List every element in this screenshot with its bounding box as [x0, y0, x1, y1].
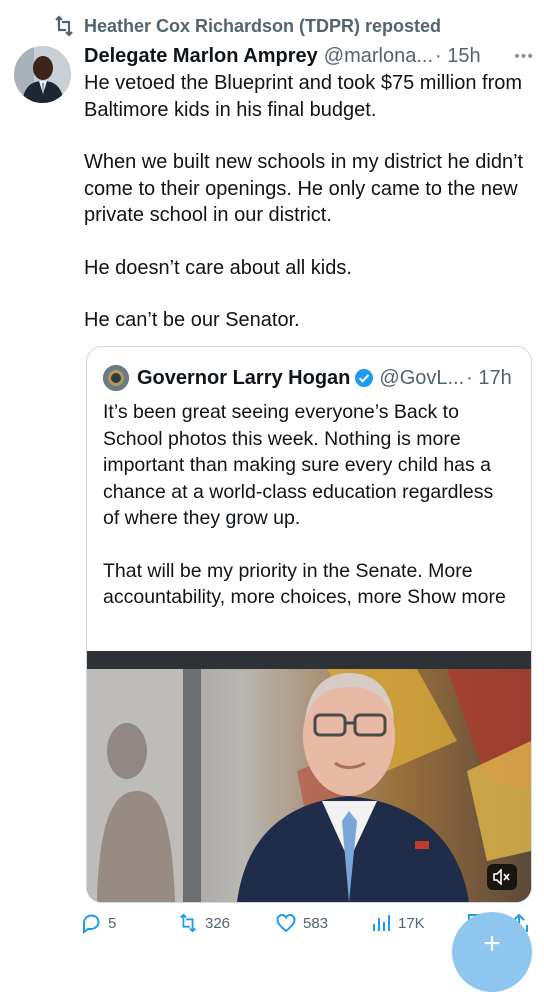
- author-avatar[interactable]: [14, 46, 71, 103]
- views-chart-icon: [373, 915, 390, 931]
- plus-icon: +: [483, 927, 501, 960]
- quote-video[interactable]: [87, 651, 531, 902]
- quote-author-avatar[interactable]: [103, 365, 129, 391]
- repost-button[interactable]: 326: [177, 912, 230, 934]
- tweet-paragraph: He vetoed the Blueprint and took $75 mil…: [84, 72, 523, 121]
- quote-paragraph: It’s been great seeing everyone’s Back t…: [103, 401, 494, 529]
- quoted-tweet[interactable]: Governor Larry Hogan @GovL... · 17h It’s…: [86, 346, 532, 903]
- author-name[interactable]: Delegate Marlon Amprey: [84, 45, 318, 68]
- tweet-paragraph: He can’t be our Senator.: [84, 309, 300, 331]
- repost-icon: [180, 913, 196, 933]
- quote-header: Governor Larry Hogan @GovL... · 17h: [103, 363, 521, 393]
- tweet-timestamp[interactable]: · 15h: [435, 45, 481, 68]
- repost-count: 326: [205, 914, 231, 932]
- views-button[interactable]: 17K: [370, 912, 425, 934]
- more-icon[interactable]: •••: [514, 48, 534, 66]
- repost-indicator: Heather Cox Richardson (TDPR) reposted: [52, 12, 441, 40]
- like-button[interactable]: 583: [275, 912, 328, 934]
- heart-icon: [276, 913, 296, 933]
- tweet-body: He vetoed the Blueprint and took $75 mil…: [84, 70, 534, 334]
- verified-badge-icon: [355, 369, 374, 387]
- tweet-paragraph: He doesn’t care about all kids.: [84, 256, 352, 279]
- muted-speaker-icon[interactable]: [487, 864, 517, 890]
- quote-body: It’s been great seeing everyone’s Back t…: [103, 399, 513, 611]
- compose-button[interactable]: +: [452, 912, 532, 992]
- repost-icon: [55, 15, 73, 37]
- quote-author-name[interactable]: Governor Larry Hogan: [137, 367, 350, 390]
- reply-button[interactable]: 5: [80, 912, 116, 934]
- tweet-paragraph: When we built new schools in my district…: [84, 151, 524, 226]
- repost-text: Heather Cox Richardson (TDPR) reposted: [84, 15, 442, 36]
- author-handle[interactable]: @marlona...: [324, 45, 433, 68]
- quote-paragraph: That will be my priority in the Senate. …: [103, 559, 506, 609]
- tweet-header: Delegate Marlon Amprey @marlona... · 15h…: [84, 42, 534, 70]
- like-count: 583: [303, 914, 329, 932]
- quote-timestamp[interactable]: · 17h: [466, 367, 512, 390]
- quote-author-handle[interactable]: @GovL...: [379, 367, 464, 390]
- reply-count: 5: [108, 914, 117, 932]
- view-count: 17K: [398, 914, 425, 932]
- reply-icon: [83, 914, 100, 934]
